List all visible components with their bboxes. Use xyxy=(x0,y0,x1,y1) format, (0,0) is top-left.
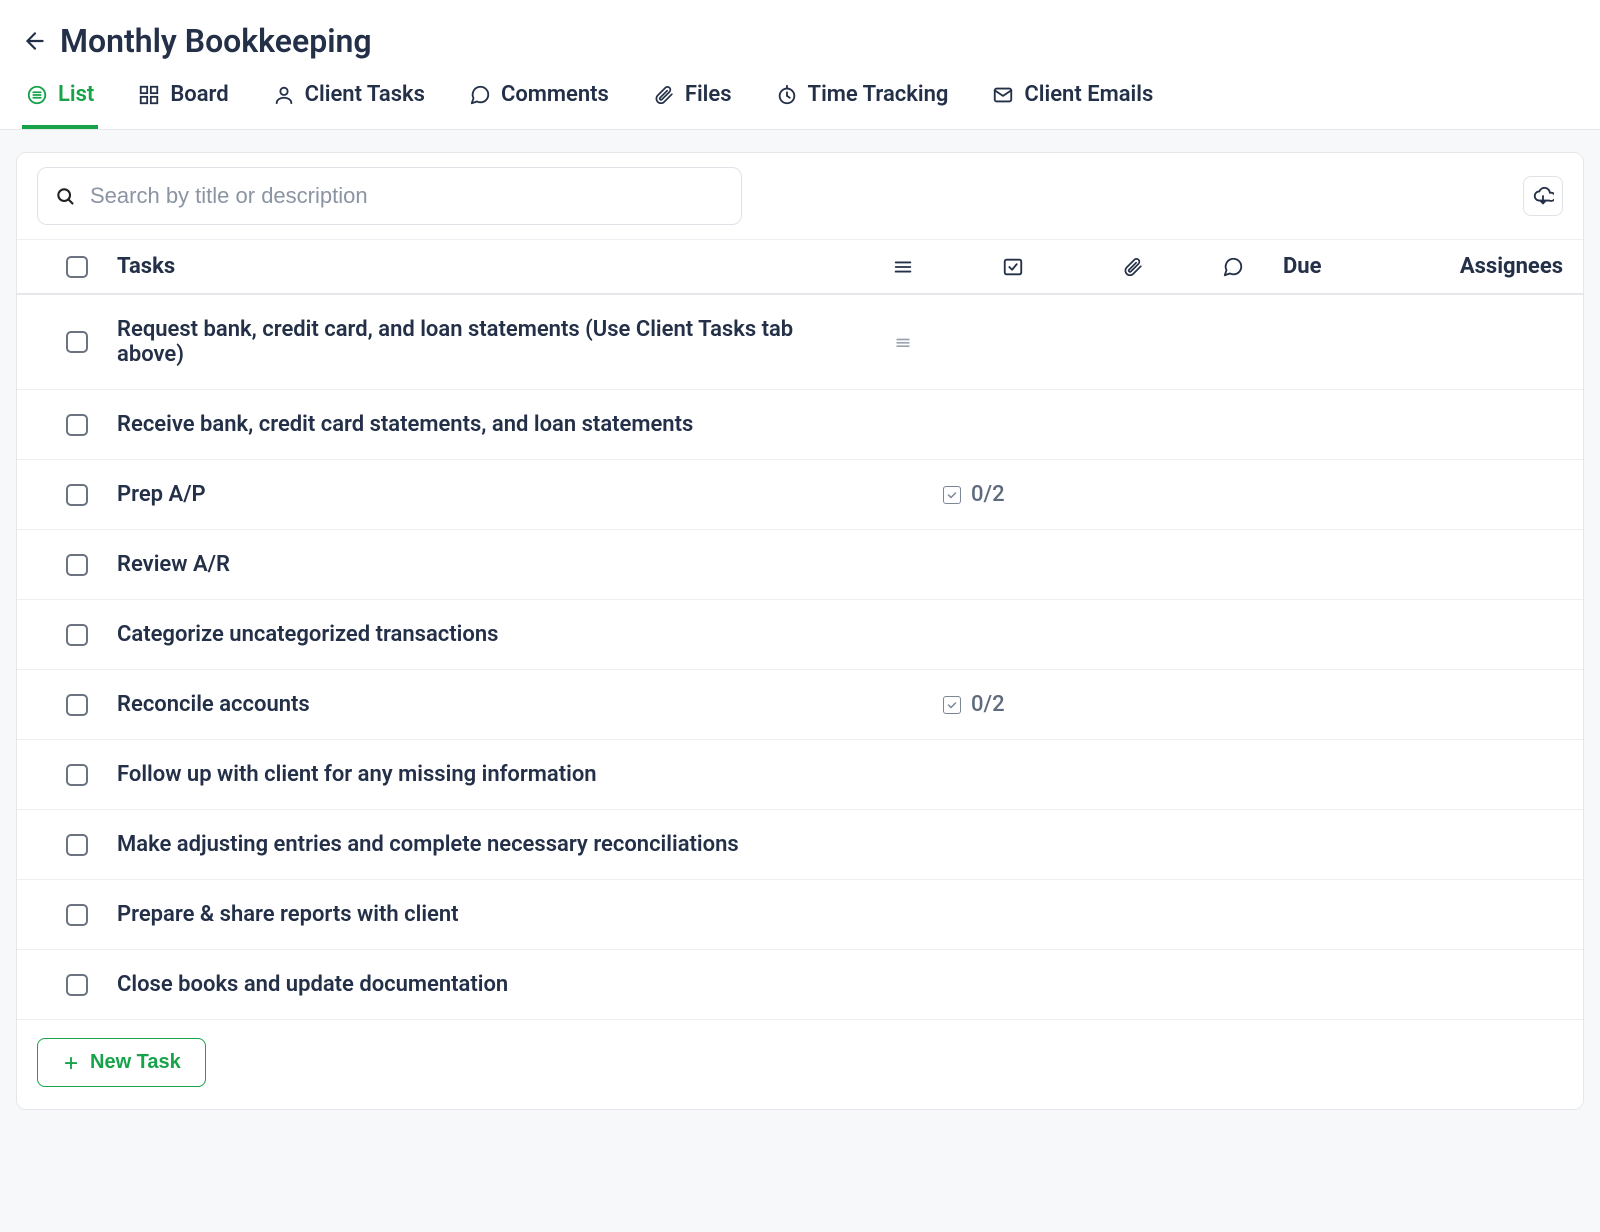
tab-board[interactable]: Board xyxy=(134,82,232,129)
page-title: Monthly Bookkeeping xyxy=(60,22,372,60)
subtask-count: 0/2 xyxy=(943,482,1083,507)
chat-icon xyxy=(469,84,491,106)
task-row[interactable]: Follow up with client for any missing in… xyxy=(17,740,1583,810)
clock-icon xyxy=(776,84,798,106)
column-due-label: Due xyxy=(1283,254,1403,279)
task-checkbox[interactable] xyxy=(66,484,88,506)
tab-label: List xyxy=(58,82,94,107)
check-square-icon xyxy=(943,486,961,504)
task-title: Request bank, credit card, and loan stat… xyxy=(117,317,863,367)
task-row[interactable]: Receive bank, credit card statements, an… xyxy=(17,390,1583,460)
tab-comments[interactable]: Comments xyxy=(465,82,613,129)
search-input[interactable] xyxy=(37,167,742,225)
subtask-count-text: 0/2 xyxy=(971,482,1005,507)
task-list-card: Tasks Due Assignees Request bank, credit… xyxy=(16,152,1584,1110)
task-title: Review A/R xyxy=(117,552,863,577)
tab-label: Files xyxy=(685,82,732,107)
task-row[interactable]: Make adjusting entries and complete nece… xyxy=(17,810,1583,880)
task-checkbox[interactable] xyxy=(66,764,88,786)
tab-label: Client Emails xyxy=(1024,82,1153,107)
column-subtasks-icon xyxy=(943,256,1083,278)
column-comments-icon xyxy=(1183,256,1283,278)
task-row[interactable]: Prepare & share reports with client xyxy=(17,880,1583,950)
drag-handle-icon[interactable] xyxy=(863,332,943,352)
page-header: Monthly Bookkeeping List Board Client Task… xyxy=(0,0,1600,130)
task-title: Close books and update documentation xyxy=(117,972,863,997)
tab-client-emails[interactable]: Client Emails xyxy=(988,82,1157,129)
task-row[interactable]: Review A/R xyxy=(17,530,1583,600)
tab-files[interactable]: Files xyxy=(649,82,736,129)
search-icon xyxy=(55,186,75,206)
column-attachments-icon xyxy=(1083,257,1183,277)
toolbar xyxy=(17,153,1583,239)
task-checkbox[interactable] xyxy=(66,834,88,856)
plus-icon xyxy=(62,1054,80,1072)
task-checkbox[interactable] xyxy=(66,331,88,353)
tab-list[interactable]: List xyxy=(22,82,98,129)
tab-client-tasks[interactable]: Client Tasks xyxy=(269,82,429,129)
subtask-count: 0/2 xyxy=(943,692,1083,717)
task-title: Receive bank, credit card statements, an… xyxy=(117,412,863,437)
new-task-button[interactable]: New Task xyxy=(37,1038,206,1087)
tab-label: Board xyxy=(170,82,228,107)
task-checkbox[interactable] xyxy=(66,554,88,576)
task-title: Follow up with client for any missing in… xyxy=(117,762,863,787)
check-square-icon xyxy=(943,696,961,714)
user-icon xyxy=(273,84,295,106)
task-title: Prep A/P xyxy=(117,482,863,507)
tab-label: Client Tasks xyxy=(305,82,425,107)
task-row[interactable]: Reconcile accounts 0/2 xyxy=(17,670,1583,740)
column-tasks-label: Tasks xyxy=(117,254,863,279)
task-title: Prepare & share reports with client xyxy=(117,902,863,927)
tab-label: Time Tracking xyxy=(808,82,949,107)
column-assignees-label: Assignees xyxy=(1403,254,1563,279)
task-row[interactable]: Request bank, credit card, and loan stat… xyxy=(17,295,1583,390)
download-button[interactable] xyxy=(1523,176,1563,216)
tab-time-tracking[interactable]: Time Tracking xyxy=(772,82,953,129)
tab-bar: List Board Client Tasks Comments Files Time T… xyxy=(22,82,1578,129)
task-checkbox[interactable] xyxy=(66,694,88,716)
task-checkbox[interactable] xyxy=(66,624,88,646)
task-checkbox[interactable] xyxy=(66,974,88,996)
back-arrow-icon[interactable] xyxy=(22,28,48,54)
column-desc-icon xyxy=(863,256,943,278)
new-task-label: New Task xyxy=(90,1051,181,1074)
mail-icon xyxy=(992,84,1014,106)
table-header: Tasks Due Assignees xyxy=(17,239,1583,295)
task-title: Make adjusting entries and complete nece… xyxy=(117,832,863,857)
board-icon xyxy=(138,84,160,106)
task-checkbox[interactable] xyxy=(66,414,88,436)
attachment-icon xyxy=(653,84,675,106)
task-row[interactable]: Prep A/P 0/2 xyxy=(17,460,1583,530)
task-title: Reconcile accounts xyxy=(117,692,863,717)
task-checkbox[interactable] xyxy=(66,904,88,926)
list-icon xyxy=(26,84,48,106)
select-all-checkbox[interactable] xyxy=(66,256,88,278)
subtask-count-text: 0/2 xyxy=(971,692,1005,717)
task-row[interactable]: Close books and update documentation xyxy=(17,950,1583,1020)
cloud-download-icon xyxy=(1532,185,1554,207)
task-title: Categorize uncategorized transactions xyxy=(117,622,863,647)
task-row[interactable]: Categorize uncategorized transactions xyxy=(17,600,1583,670)
tab-label: Comments xyxy=(501,82,609,107)
